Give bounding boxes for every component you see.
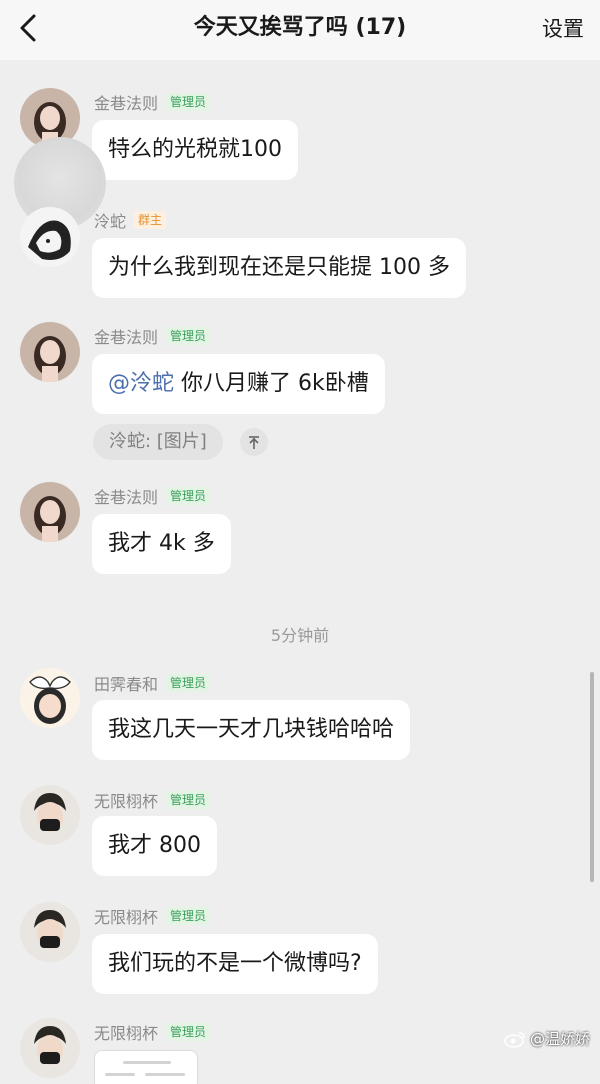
sender-name-text: 无限栩杯 [94, 908, 159, 927]
avatar[interactable] [20, 668, 80, 728]
arrow-up-icon [249, 436, 259, 449]
sender-name: 无限栩杯 管理员 [94, 788, 211, 812]
scrollbar[interactable] [590, 672, 594, 882]
message-bubble[interactable]: 我才 800 [92, 816, 217, 876]
sender-name: 无限栩杯 管理员 [94, 904, 211, 928]
thumb-line [145, 1073, 185, 1076]
sender-name: 无限栩杯 管理员 [94, 1020, 211, 1044]
message-bubble[interactable]: 我们玩的不是一个微博吗? [92, 934, 378, 994]
sender-name-text: 金巷法则 [94, 328, 159, 347]
admin-badge: 管理员 [166, 1023, 211, 1041]
sender-name-text: 泠蛇 [94, 212, 127, 231]
message-bubble[interactable]: 特么的光税就100 [92, 120, 298, 180]
thumb-line [123, 1061, 171, 1064]
thumb-line [105, 1073, 135, 1076]
image-message[interactable] [94, 1050, 198, 1084]
sender-name: 泠蛇 群主 [94, 208, 167, 232]
sender-name: 金巷法则 管理员 [94, 90, 211, 114]
watermark: @温娇娇 [504, 1028, 590, 1049]
admin-badge: 管理员 [166, 93, 211, 111]
avatar[interactable] [20, 482, 80, 542]
avatar[interactable] [20, 785, 80, 845]
admin-badge: 管理员 [166, 487, 211, 505]
sender-name-text: 金巷法则 [94, 488, 159, 507]
chat-title: 今天又挨骂了吗 (17) [193, 15, 407, 40]
avatar[interactable] [20, 322, 80, 382]
owner-badge: 群主 [134, 211, 167, 229]
quoted-reply[interactable]: 泠蛇: [图片] [93, 424, 223, 460]
message-text: 你八月赚了 6k卧槽 [174, 371, 369, 396]
sender-name-text: 无限栩杯 [94, 792, 159, 811]
admin-badge: 管理员 [166, 327, 211, 345]
message-bubble[interactable]: 我才 4k 多 [92, 514, 231, 574]
sender-name-text: 金巷法则 [94, 94, 159, 113]
chat-header: 今天又挨骂了吗 (17) 设置 [0, 0, 600, 60]
admin-badge: 管理员 [166, 791, 211, 809]
weibo-icon [504, 1031, 525, 1048]
sender-name: 田霁春和 管理员 [94, 671, 211, 695]
sender-name-text: 田霁春和 [94, 675, 159, 694]
avatar[interactable] [20, 1018, 80, 1078]
message-bubble[interactable]: 为什么我到现在还是只能提 100 多 [92, 238, 466, 298]
avatar[interactable] [20, 207, 80, 267]
message-bubble[interactable]: 我这几天一天才几块钱哈哈哈 [92, 700, 411, 760]
watermark-text: @温娇娇 [529, 1030, 590, 1048]
message-bubble[interactable]: @泠蛇 你八月赚了 6k卧槽 [92, 354, 385, 414]
admin-badge: 管理员 [166, 674, 211, 692]
sender-name: 金巷法则 管理员 [94, 484, 211, 508]
jump-to-quote-button[interactable] [240, 428, 268, 456]
timestamp: 5分钟前 [270, 626, 330, 645]
sender-name-text: 无限栩杯 [94, 1024, 159, 1043]
admin-badge: 管理员 [166, 907, 211, 925]
sender-name: 金巷法则 管理员 [94, 324, 211, 348]
avatar[interactable] [20, 902, 80, 962]
settings-button[interactable]: 设置 [542, 0, 584, 60]
mention-link[interactable]: @泠蛇 [108, 371, 174, 396]
